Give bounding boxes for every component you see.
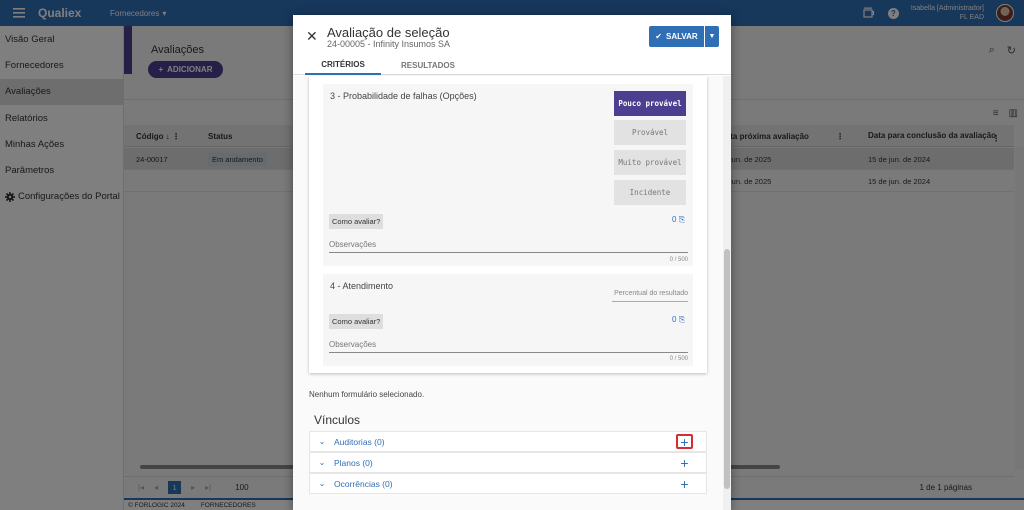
attachments-count[interactable]: 0 ⎘ <box>672 315 685 325</box>
tab-resultados[interactable]: RESULTADOS <box>401 55 455 75</box>
save-dropdown-button[interactable]: ▼ <box>705 26 719 47</box>
close-icon[interactable]: ✕ <box>306 28 318 45</box>
criteria-card: 3 - Probabilidade de falhas (Opções) Pou… <box>309 76 707 373</box>
option-provavel[interactable]: Provável <box>614 120 686 145</box>
save-button[interactable]: ✔ SALVAR <box>649 26 704 47</box>
char-counter: 0 / 500 <box>669 257 688 263</box>
question-title: 4 - Atendimento <box>330 281 394 291</box>
question-3: 3 - Probabilidade de falhas (Opções) Pou… <box>323 84 693 266</box>
result-percentage-field[interactable]: Percentual do resultado <box>612 290 688 302</box>
links-item-planos[interactable]: ⌄ Planos (0) + <box>309 452 707 473</box>
how-to-evaluate-button[interactable]: Como avaliar? <box>329 314 384 329</box>
links-title: Vínculos <box>314 413 361 427</box>
observations-field[interactable]: Observações <box>329 240 688 253</box>
dialog-title: Avaliação de seleção <box>327 25 450 40</box>
char-counter: 0 / 500 <box>669 356 688 362</box>
how-to-evaluate-button[interactable]: Como avaliar? <box>329 214 384 229</box>
dialog-tabs: CRITÉRIOS RESULTADOS <box>293 55 731 75</box>
chevron-down-icon: ▼ <box>708 33 716 40</box>
chevron-down-icon: ⌄ <box>318 437 326 446</box>
chevron-down-icon: ⌄ <box>318 479 326 488</box>
evaluation-dialog: ✕ Avaliação de seleção 24-00005 - Infini… <box>293 15 731 510</box>
dialog-subtitle: 24-00005 - Infinity Insumos SA <box>327 39 451 49</box>
dialog-content: 3 - Probabilidade de falhas (Opções) Pou… <box>293 76 731 510</box>
tab-criterios[interactable]: CRITÉRIOS <box>305 55 381 75</box>
links-item-ocorrencias[interactable]: ⌄ Ocorrências (0) + <box>309 473 707 494</box>
question-title: 3 - Probabilidade de falhas (Opções) <box>330 91 477 101</box>
no-form-message: Nenhum formulário selecionado. <box>309 390 425 399</box>
add-ocorrencia-button[interactable]: + <box>676 476 693 492</box>
attachments-count[interactable]: 0 ⎘ <box>672 215 685 225</box>
paperclip-icon: ⎘ <box>678 215 686 224</box>
option-incidente[interactable]: Incidente <box>614 180 686 205</box>
add-auditoria-button[interactable]: + <box>676 434 693 450</box>
links-item-auditorias[interactable]: ⌄ Auditorias (0) + <box>309 431 707 452</box>
dialog-scrollbar[interactable] <box>723 76 731 510</box>
observations-field[interactable]: Observações <box>329 340 688 353</box>
check-icon: ✔ <box>655 32 662 41</box>
question-4: 4 - Atendimento Percentual do resultado … <box>323 274 693 366</box>
chevron-down-icon: ⌄ <box>318 458 326 467</box>
option-muito-provavel[interactable]: Muito provável <box>614 150 686 175</box>
add-plano-button[interactable]: + <box>676 455 693 471</box>
paperclip-icon: ⎘ <box>678 315 686 324</box>
option-pouco-provavel[interactable]: Pouco provável <box>614 91 686 116</box>
